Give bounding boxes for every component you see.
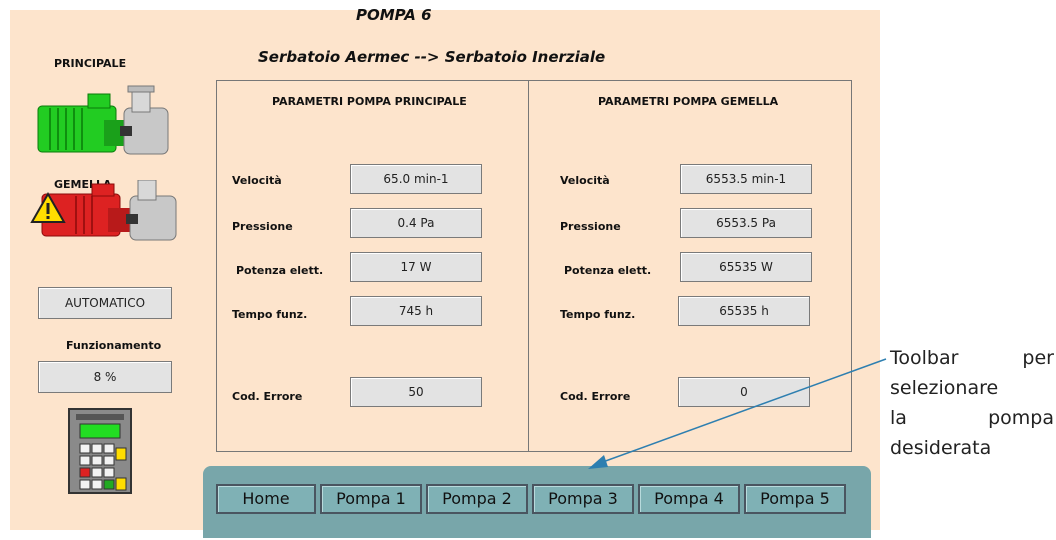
pump-fault-icon[interactable] <box>30 180 180 242</box>
toolbar-pompa-5-button[interactable]: Pompa 5 <box>744 484 846 514</box>
pump-running-icon[interactable] <box>36 84 174 160</box>
parameters-divider <box>528 80 529 452</box>
principale-tempo-value: 745 h <box>350 296 482 326</box>
funzionamento-label: Funzionamento <box>66 339 162 352</box>
toolbar-pompa-2-button[interactable]: Pompa 2 <box>426 484 528 514</box>
page-title: POMPA 6 <box>356 6 432 24</box>
annotation-line-4: desiderata <box>890 437 992 459</box>
principale-potenza-value: 17 W <box>350 252 482 282</box>
gemella-velocita-value: 6553.5 min-1 <box>680 164 812 194</box>
toolbar-pompa-3-button[interactable]: Pompa 3 <box>532 484 634 514</box>
funzionamento-value: 8 % <box>38 361 172 393</box>
toolbar-home-button[interactable]: Home <box>216 484 316 514</box>
principale-label: PRINCIPALE <box>54 57 127 70</box>
page-subtitle: Serbatoio Aermec --> Serbatoio Inerziale <box>258 48 606 66</box>
annotation-line-2: selezionare <box>890 377 999 399</box>
gemella-potenza-label: Potenza elett. <box>564 264 652 277</box>
principale-tempo-label: Tempo funz. <box>232 308 308 321</box>
gemella-heading: PARAMETRI POMPA GEMELLA <box>598 95 779 108</box>
principale-potenza-label: Potenza elett. <box>236 264 324 277</box>
principale-pressione-value: 0.4 Pa <box>350 208 482 238</box>
gemella-pressione-label: Pressione <box>560 220 621 233</box>
principale-errore-label: Cod. Errore <box>232 390 303 403</box>
annotation-line-3: la pompa <box>890 407 1054 429</box>
gemella-tempo-label: Tempo funz. <box>560 308 636 321</box>
mode-status-field: AUTOMATICO <box>38 287 172 319</box>
gemella-velocita-label: Velocità <box>560 174 610 187</box>
toolbar-annotation: Toolbar per selezionare la pompa desider… <box>890 343 1054 463</box>
principale-velocita-label: Velocità <box>232 174 282 187</box>
annotation-arrow <box>588 358 887 469</box>
principale-pressione-label: Pressione <box>232 220 293 233</box>
principale-heading: PARAMETRI POMPA PRINCIPALE <box>272 95 467 108</box>
gemella-tempo-value: 65535 h <box>678 296 810 326</box>
principale-errore-value: 50 <box>350 377 482 407</box>
toolbar-pompa-1-button[interactable]: Pompa 1 <box>320 484 422 514</box>
annotation-line-1: Toolbar per <box>890 347 1054 369</box>
principale-velocita-value: 65.0 min-1 <box>350 164 482 194</box>
gemella-pressione-value: 6553.5 Pa <box>680 208 812 238</box>
toolbar-pompa-4-button[interactable]: Pompa 4 <box>638 484 740 514</box>
keypad-icon[interactable] <box>68 408 132 494</box>
gemella-potenza-value: 65535 W <box>680 252 812 282</box>
